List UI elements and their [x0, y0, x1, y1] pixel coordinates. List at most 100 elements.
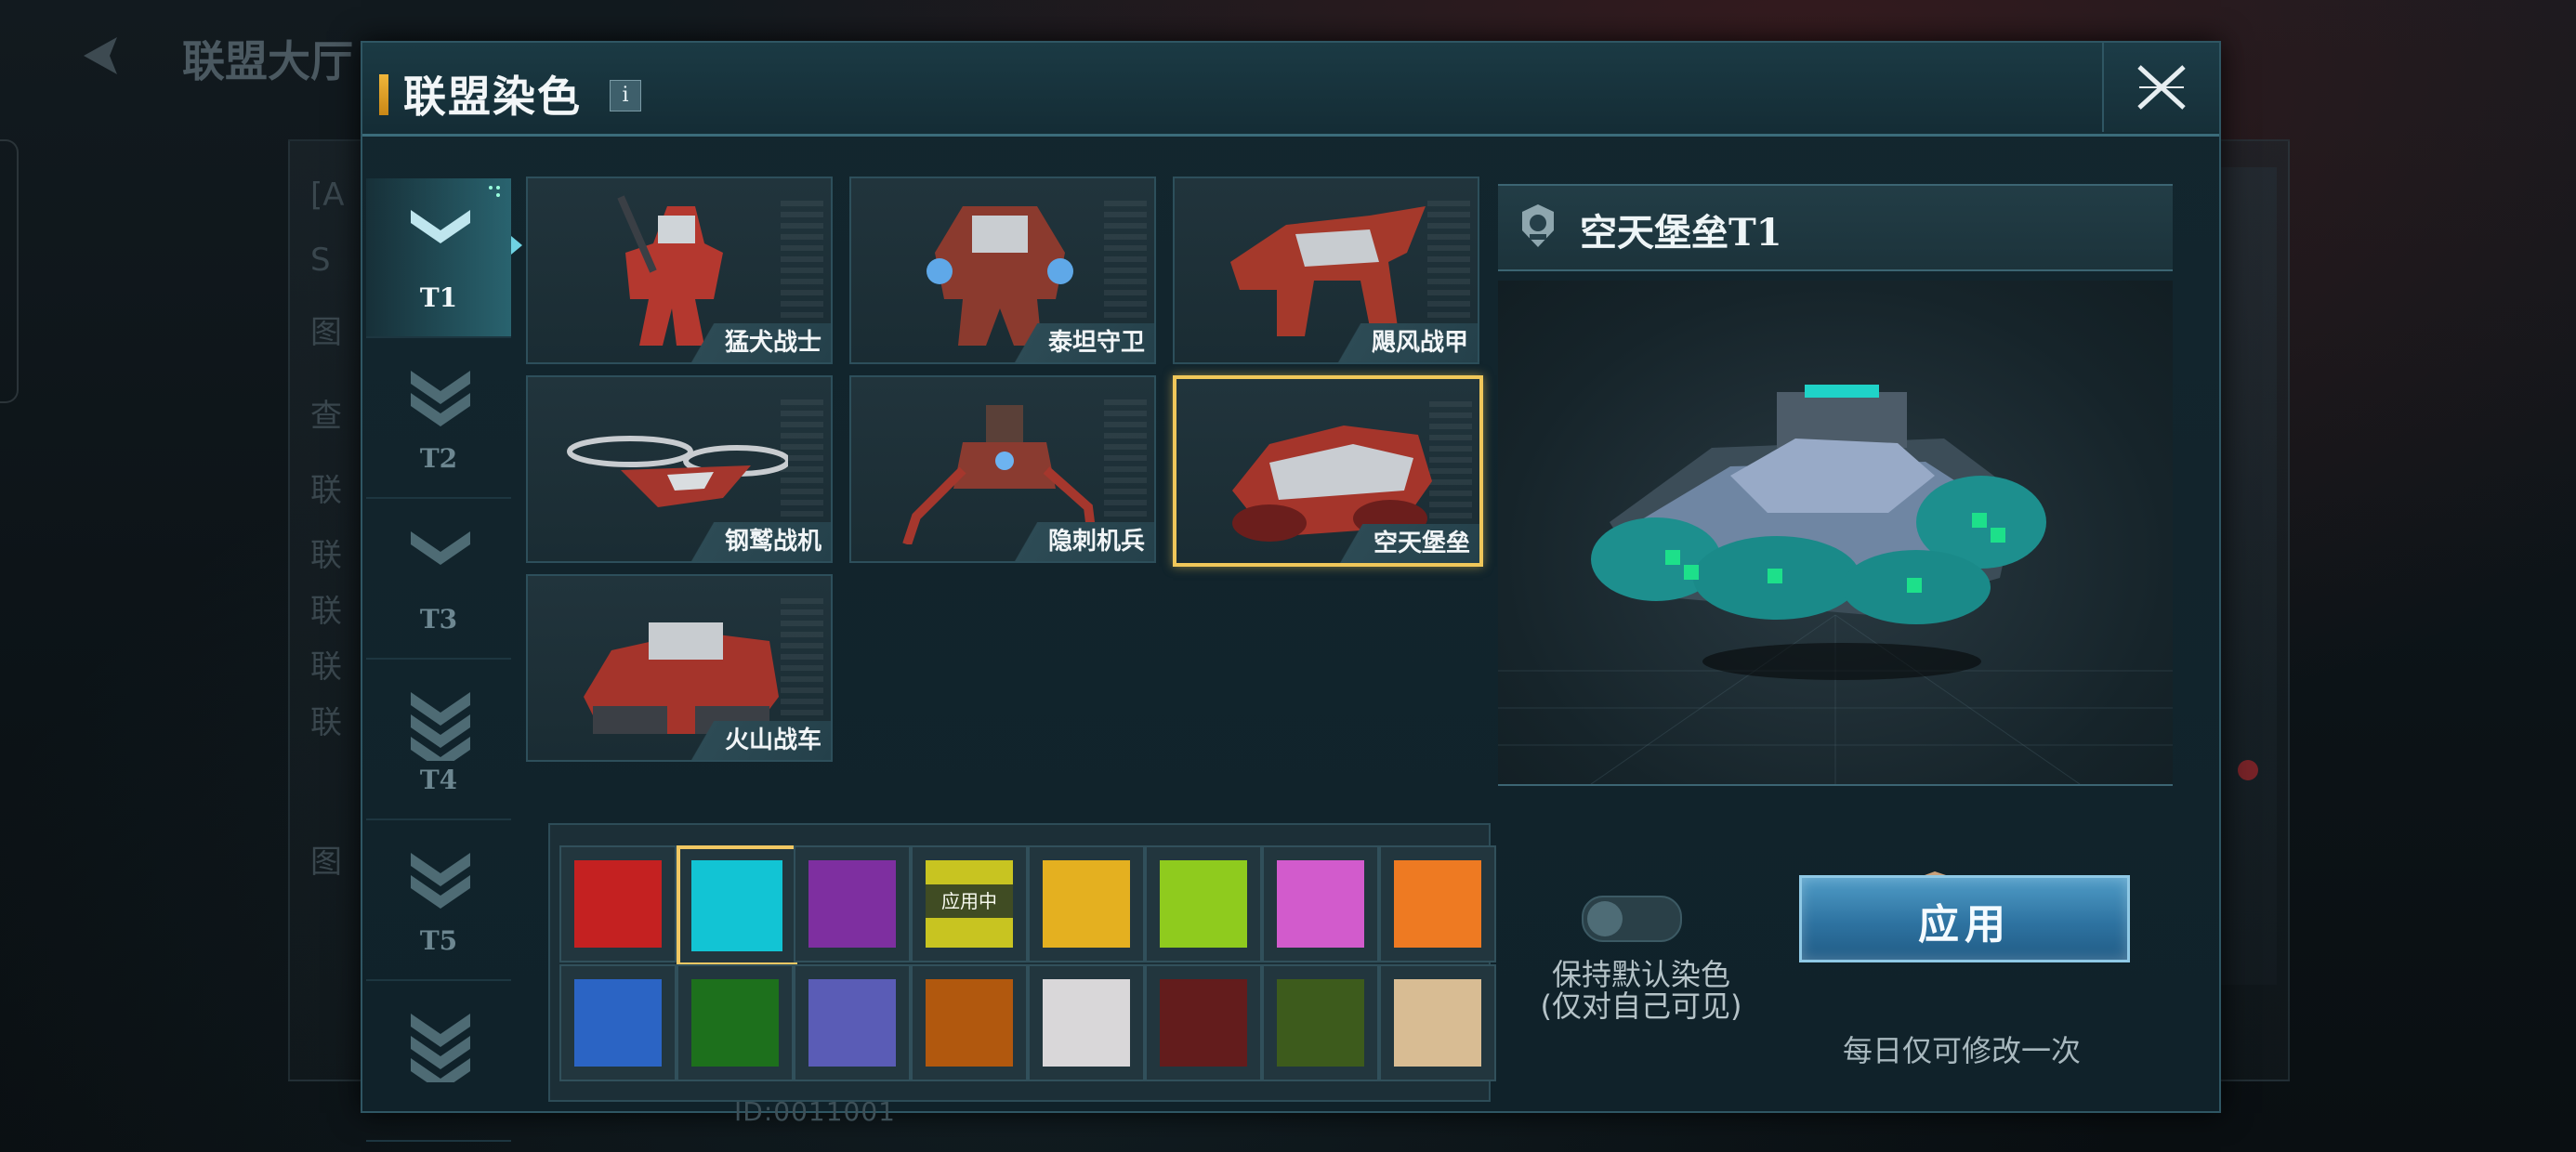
background-side-text: 查: [310, 398, 342, 435]
color-chip: [691, 979, 779, 1067]
color-chip: [1043, 979, 1130, 1067]
color-swatch[interactable]: 应用中: [911, 845, 1028, 962]
color-chip: [1277, 979, 1364, 1067]
unit-art-copter: [567, 436, 788, 507]
info-button[interactable]: i: [610, 80, 641, 111]
background-side-text: 联: [310, 648, 342, 686]
preview-header: 空天堡垒T1: [1498, 184, 2173, 271]
apply-button-label: 应用: [1918, 901, 2011, 949]
color-chip: [808, 979, 896, 1067]
toggle-knob: [1587, 901, 1623, 936]
unit-art-tank: [584, 622, 779, 734]
keep-default-label: 保持默认染色 (仅对自己可见): [1502, 959, 1781, 1022]
unit-card[interactable]: 猛犬战士: [526, 177, 833, 364]
color-chip: [1394, 979, 1481, 1067]
color-swatch[interactable]: [559, 845, 677, 962]
color-swatch[interactable]: [1379, 845, 1496, 962]
unit-name: 空天堡垒: [1335, 524, 1479, 563]
hover-fortress-preview-art: [1498, 385, 2173, 784]
tier-tab-t1[interactable]: T1: [366, 178, 522, 338]
color-swatch[interactable]: [1028, 845, 1145, 962]
tier-tab-t5[interactable]: T5: [366, 821, 511, 981]
color-chip: [1394, 860, 1481, 948]
unit-name: 泰坦守卫: [1010, 323, 1154, 362]
close-button[interactable]: [2102, 43, 2219, 132]
dialog-titlebar: 联盟染色 i: [362, 43, 2219, 137]
background-right-bar: [2221, 167, 2277, 985]
color-chip: [1160, 979, 1247, 1067]
background-side-text: 联: [310, 472, 342, 509]
tier-tab-more[interactable]: [366, 982, 511, 1142]
unit-card[interactable]: 飓风战甲: [1173, 177, 1479, 364]
dialog-title: 联盟染色: [403, 72, 582, 122]
background-side-text: [A: [310, 177, 345, 214]
title-accent-bar: [379, 74, 388, 115]
close-icon: [2137, 65, 2186, 110]
tier-chevron-icon: [411, 531, 470, 565]
tier-chevron-icon: [411, 853, 470, 909]
tier-tab-list: T1 T2 T3 T4 T5: [366, 178, 522, 1142]
keep-default-toggle[interactable]: [1582, 896, 1682, 942]
tier-tab-label: T3: [419, 604, 458, 635]
apply-button[interactable]: 应用: [1799, 875, 2130, 962]
tier-tab-label: T4: [419, 765, 458, 795]
color-chip: [808, 860, 896, 948]
unit-3d-preview[interactable]: [1498, 281, 2173, 786]
background-side-text: 图: [310, 314, 342, 351]
tier-chevron-icon: [411, 210, 470, 243]
color-swatch[interactable]: [677, 964, 794, 1081]
unit-name: 隐刺机兵: [1010, 522, 1154, 561]
background-side-text: 联: [310, 593, 342, 630]
left-edge-handle: [0, 139, 19, 403]
color-chip: [691, 860, 782, 951]
color-swatch[interactable]: [1379, 964, 1496, 1081]
background-title: 联盟大厅: [182, 36, 353, 86]
color-swatch[interactable]: [559, 964, 677, 1081]
color-chip: [574, 860, 662, 948]
color-swatch[interactable]: [911, 964, 1028, 1081]
color-swatch[interactable]: [1262, 845, 1379, 962]
tier-chevron-icon: [411, 1014, 470, 1082]
unit-card[interactable]: 隐刺机兵: [849, 375, 1156, 563]
color-swatch[interactable]: [1145, 845, 1262, 962]
color-palette: 应用中: [548, 823, 1496, 1102]
unit-card[interactable]: 钢鹫战机: [526, 375, 833, 563]
color-swatch[interactable]: [1028, 964, 1145, 1081]
tier-tab-t3[interactable]: T3: [366, 500, 511, 660]
color-chip: [926, 979, 1013, 1067]
unit-art-hover: [1232, 425, 1432, 542]
unit-name: 火山战车: [687, 721, 831, 760]
unit-art-mech: [617, 195, 723, 346]
color-chip: [1043, 860, 1130, 948]
unit-art-beast: [1230, 206, 1426, 336]
color-swatch[interactable]: [677, 845, 797, 966]
tier-tab-label: T5: [419, 925, 458, 956]
color-swatch[interactable]: [1145, 964, 1262, 1081]
color-swatch[interactable]: [1262, 964, 1379, 1081]
applied-badge: 应用中: [926, 884, 1013, 918]
tier-chevron-icon: [411, 692, 470, 761]
background-side-text: 图: [310, 844, 342, 881]
back-arrow-icon: [76, 32, 125, 80]
background-side-text: 联: [310, 704, 342, 741]
unit-card[interactable]: 泰坦守卫: [849, 177, 1156, 364]
unit-name: 钢鹫战机: [687, 522, 831, 561]
unit-art-spider: [902, 405, 1097, 544]
color-swatch[interactable]: [794, 845, 911, 962]
keep-default-line1: 保持默认染色: [1551, 957, 1730, 992]
alliance-dye-dialog: 联盟染色 i T1 T2 T3 T4 T5 猛犬战士 泰坦守卫 飓风战甲 钢鹫战机 隐刺…: [361, 41, 2221, 1142]
tier-chevron-icon: [411, 371, 470, 426]
color-swatch[interactable]: [794, 964, 911, 1081]
preview-title: 空天堡垒T1: [1580, 211, 1782, 255]
unit-card[interactable]: 空天堡垒: [1173, 375, 1483, 567]
background-side-text: S: [310, 242, 331, 279]
dots-icon: [489, 186, 500, 197]
tier-tab-label: T2: [419, 443, 458, 474]
background-side-text: 联: [310, 537, 342, 574]
background-red-dot: [2238, 760, 2258, 780]
tier-tab-t4[interactable]: T4: [366, 661, 511, 820]
daily-limit-note: 每日仅可修改一次: [1842, 1033, 2081, 1068]
alliance-emblem-icon: [1522, 204, 1554, 247]
unit-card[interactable]: 火山战车: [526, 574, 833, 762]
tier-tab-t2[interactable]: T2: [366, 339, 511, 499]
